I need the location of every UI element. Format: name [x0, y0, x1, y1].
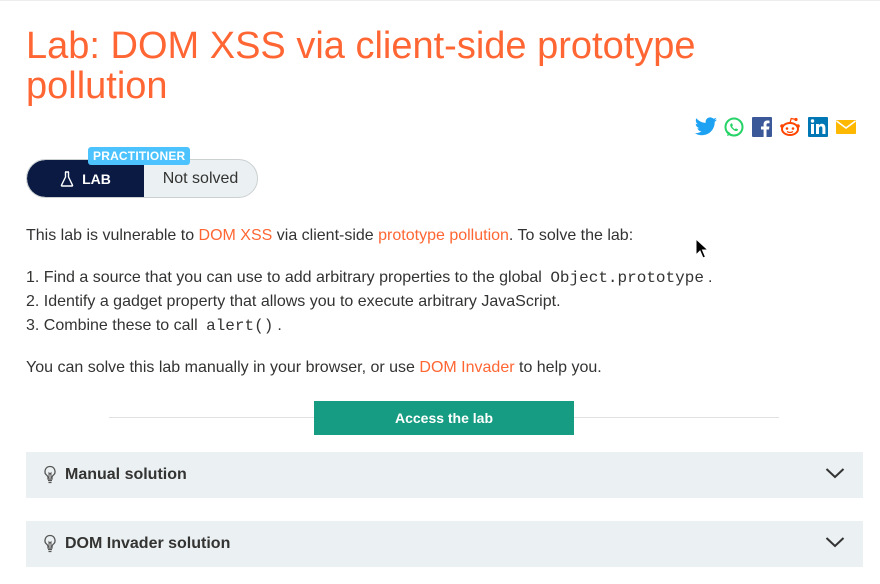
access-lab-button[interactable]: Access the lab [314, 401, 574, 435]
practitioner-badge: PRACTITIONER [88, 147, 191, 165]
intro-text-2: via client-side [272, 227, 379, 244]
manual-paragraph: You can solve this lab manually in your … [26, 356, 602, 380]
intro-text-1: This lab is vulnerable to [26, 227, 199, 244]
step-1-text: 1. Find a source that you can use to add… [26, 269, 547, 286]
step-1-end: . [707, 269, 713, 286]
facebook-icon[interactable] [750, 116, 778, 138]
step-3-end: . [277, 317, 282, 334]
manual-text-1: You can solve this lab manually in your … [26, 359, 420, 376]
manual-text-2: to help you. [514, 359, 602, 376]
intro-paragraph: This lab is vulnerable to DOM XSS via cl… [26, 224, 633, 248]
accordion-label: DOM Invader solution [65, 535, 231, 552]
chevron-down-icon [825, 468, 845, 479]
step-2: 2. Identify a gadget property that allow… [26, 290, 561, 314]
intro-text-3: . To solve the lab: [508, 227, 634, 244]
email-icon[interactable] [834, 116, 862, 138]
status-label: Not solved [162, 169, 239, 187]
lab-label-segment: LAB [27, 160, 144, 197]
mouse-cursor-icon [695, 238, 709, 259]
dom-invader-solution-accordion[interactable]: DOM Invader solution [26, 521, 863, 567]
dom-xss-link[interactable]: DOM XSS [199, 227, 273, 244]
flask-icon [60, 170, 74, 187]
dom-invader-link[interactable]: DOM Invader [419, 359, 514, 376]
share-icons [694, 116, 862, 138]
prototype-pollution-link[interactable]: prototype pollution [378, 227, 509, 244]
twitter-icon[interactable] [694, 116, 722, 138]
lightbulb-icon [44, 465, 56, 484]
manual-solution-accordion[interactable]: Manual solution [26, 452, 863, 498]
step-3-text: 3. Combine these to call [26, 317, 203, 334]
step-1: 1. Find a source that you can use to add… [26, 266, 712, 290]
reddit-icon[interactable] [778, 116, 806, 138]
step-3: 3. Combine these to call alert(). [26, 314, 282, 338]
linkedin-icon[interactable] [806, 116, 834, 138]
accordion-label: Manual solution [65, 466, 187, 483]
step-1-code: Object.prototype [550, 269, 704, 287]
top-border [0, 0, 880, 1]
lightbulb-icon [44, 534, 56, 553]
lab-label: LAB [82, 170, 111, 187]
page-title: Lab: DOM XSS via client-side prototype p… [26, 25, 696, 107]
chevron-down-icon [825, 537, 845, 548]
whatsapp-icon[interactable] [722, 116, 750, 138]
step-3-code: alert() [206, 317, 274, 335]
step-2-text: 2. Identify a gadget property that allow… [26, 293, 561, 310]
